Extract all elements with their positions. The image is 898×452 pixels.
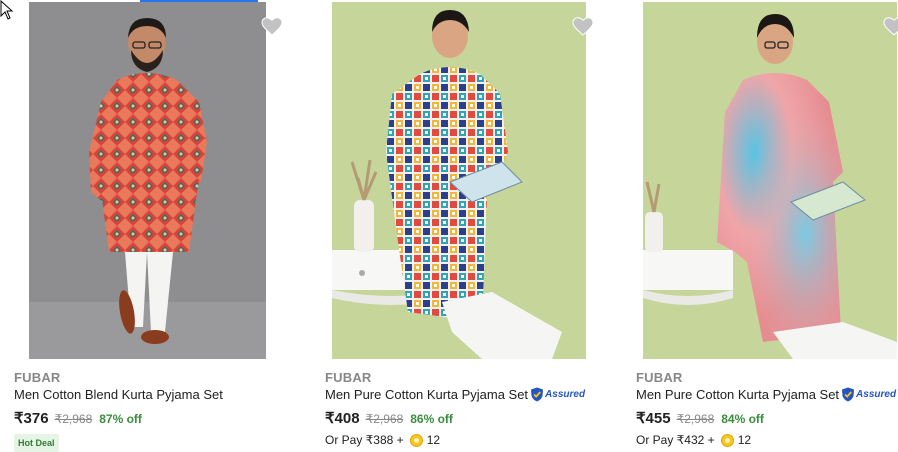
assured-shield-icon: [531, 387, 544, 402]
hot-deal-badge: Hot Deal: [14, 434, 59, 452]
assured-label: Assured: [856, 389, 897, 400]
product-discount: 86% off: [410, 412, 453, 426]
product-card[interactable]: FUBAR Men Cotton Blend Kurta Pyjama Set …: [0, 0, 300, 452]
heart-icon[interactable]: [882, 14, 898, 38]
product-image[interactable]: [643, 2, 897, 359]
product-mrp: ₹2,968: [54, 412, 93, 426]
heart-icon[interactable]: [260, 14, 284, 38]
product-brand: FUBAR: [325, 370, 372, 385]
heart-icon[interactable]: [571, 14, 595, 38]
product-mrp: ₹2,968: [676, 412, 715, 426]
product-price: ₹408: [325, 410, 360, 427]
product-title-text[interactable]: Men Cotton Blend Kurta Pyjama Set: [14, 387, 223, 402]
kurta-product-image-tie-dye: [643, 2, 897, 359]
assured-badge: Assured: [841, 387, 896, 402]
assured-shield-icon: [842, 387, 855, 402]
price-row: ₹408 ₹2,968 86% off: [325, 409, 453, 427]
price-row: ₹455 ₹2,968 84% off: [636, 409, 764, 427]
assured-badge: Assured: [530, 387, 585, 402]
product-title-text[interactable]: Men Pure Cotton Kurta Pyjama Set: [325, 387, 528, 402]
product-title-text[interactable]: Men Pure Cotton Kurta Pyjama Set: [636, 387, 839, 402]
assured-label: Assured: [545, 389, 586, 400]
product-price: ₹455: [636, 410, 671, 427]
price-row: ₹376 ₹2,968 87% off: [14, 409, 142, 427]
kurta-product-image-orange-diamond: [29, 2, 266, 359]
product-price: ₹376: [14, 410, 49, 427]
product-image[interactable]: [29, 2, 266, 359]
product-discount: 84% off: [721, 412, 764, 426]
product-brand: FUBAR: [14, 370, 61, 385]
product-mrp: ₹2,968: [365, 412, 404, 426]
product-card[interactable]: FUBAR Men Pure Cotton Kurta Pyjama Set A…: [312, 0, 612, 447]
product-title[interactable]: Men Pure Cotton Kurta Pyjama Set Assured: [636, 387, 896, 402]
product-image[interactable]: [332, 2, 586, 359]
product-brand: FUBAR: [636, 370, 683, 385]
product-title[interactable]: Men Cotton Blend Kurta Pyjama Set: [14, 387, 223, 402]
kurta-product-image-multicolor-block: [332, 2, 586, 359]
product-card[interactable]: FUBAR Men Pure Cotton Kurta Pyjama Set A…: [623, 0, 898, 447]
product-title[interactable]: Men Pure Cotton Kurta Pyjama Set Assured: [325, 387, 585, 402]
product-discount: 87% off: [99, 412, 142, 426]
